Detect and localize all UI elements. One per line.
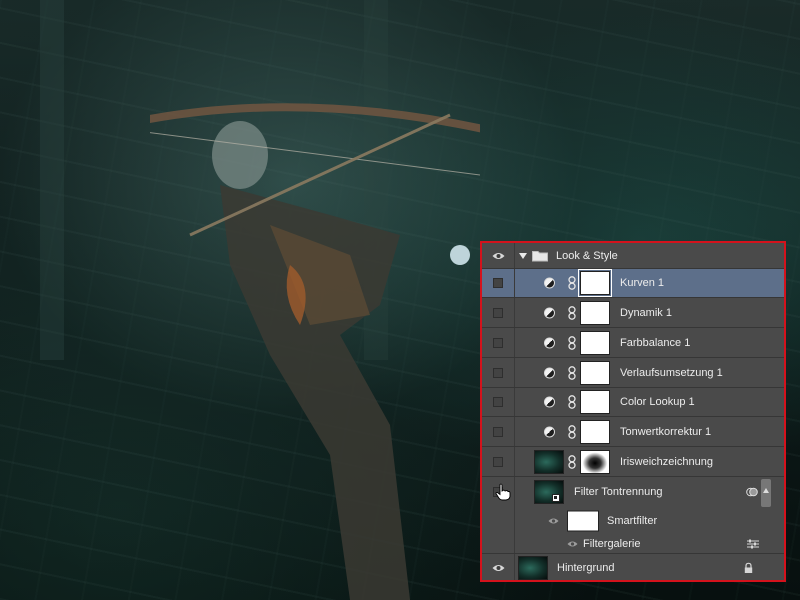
visibility-off-box[interactable]	[493, 426, 503, 437]
visibility-toggle[interactable]	[482, 477, 515, 507]
layer-name: Kurven 1	[620, 277, 665, 289]
eye-icon	[492, 565, 505, 571]
layer-mask-thumbnail[interactable]	[580, 419, 610, 444]
adjustment-layer-icon	[544, 426, 555, 437]
layer-thumbnail[interactable]	[518, 556, 548, 580]
visibility-toggle[interactable]	[482, 298, 515, 327]
lock-icon	[744, 562, 753, 573]
hand-cursor-icon	[495, 483, 511, 501]
adjustment-layer-icon	[544, 337, 555, 348]
layers-scrollbar[interactable]	[761, 479, 771, 507]
visibility-off-box[interactable]	[493, 307, 503, 318]
chain-link-icon[interactable]	[568, 305, 576, 320]
filter-name: Filtergalerie	[583, 537, 641, 550]
folder-icon	[532, 250, 548, 261]
filter-row-filtergalerie[interactable]: Filtergalerie	[482, 534, 784, 554]
layer-row-kurven[interactable]: Kurven 1	[482, 269, 784, 298]
eye-icon[interactable]	[567, 540, 578, 548]
chain-link-icon[interactable]	[568, 365, 576, 380]
layer-row-farbbalance[interactable]: Farbbalance 1	[482, 328, 784, 358]
visibility-off-box[interactable]	[493, 397, 503, 407]
filter-blending-options-icon[interactable]	[746, 487, 758, 497]
chain-link-icon[interactable]	[568, 395, 576, 409]
smartfilter-row[interactable]: Smartfilter	[482, 507, 784, 534]
adjustment-layer-icon	[544, 307, 555, 318]
layer-mask-thumbnail[interactable]	[578, 269, 612, 297]
layer-name: Color Lookup 1	[620, 396, 695, 408]
layer-name: Dynamik 1	[620, 306, 672, 319]
chain-link-icon[interactable]	[568, 424, 576, 439]
layer-thumbnail[interactable]	[534, 449, 564, 474]
layer-name: Hintergrund	[557, 562, 615, 574]
layer-row-color-lookup[interactable]: Color Lookup 1	[482, 388, 784, 417]
layer-row-hintergrund[interactable]: Hintergrund	[482, 554, 784, 580]
chain-link-icon[interactable]	[568, 335, 576, 350]
visibility-column	[482, 534, 515, 553]
chain-link-icon[interactable]	[568, 454, 576, 469]
eye-icon	[492, 252, 505, 259]
filter-options-icon[interactable]	[746, 539, 760, 549]
smart-object-icon	[552, 494, 560, 502]
layer-row-irisweichzeichnung[interactable]: Irisweichzeichnung	[482, 447, 784, 477]
visibility-toggle[interactable]	[482, 269, 515, 297]
eye-icon[interactable]	[548, 517, 559, 525]
layer-mask-thumbnail[interactable]	[580, 330, 610, 355]
layer-mask-thumbnail[interactable]	[580, 360, 610, 385]
chain-link-icon[interactable]	[568, 276, 576, 290]
layer-mask-thumbnail[interactable]	[580, 300, 610, 325]
layer-row-filter-tontrennung[interactable]: Filter Tontrennung	[482, 477, 784, 507]
visibility-toggle[interactable]	[482, 554, 515, 580]
layer-name: Verlaufsumsetzung 1	[620, 366, 723, 379]
adjustment-layer-icon	[544, 367, 555, 378]
smartfilter-mask-thumbnail[interactable]	[567, 510, 599, 531]
visibility-toggle[interactable]	[482, 447, 515, 476]
group-name: Look & Style	[556, 249, 618, 262]
layer-mask-thumbnail[interactable]	[580, 390, 610, 414]
layer-name: Irisweichzeichnung	[620, 455, 713, 468]
visibility-off-box[interactable]	[493, 337, 503, 348]
layer-name: Tonwertkorrektur 1	[620, 425, 712, 438]
layer-name: Filter Tontrennung	[574, 486, 663, 498]
layer-row-verlaufsumsetzung[interactable]: Verlaufsumsetzung 1	[482, 358, 784, 388]
visibility-toggle[interactable]	[482, 388, 515, 416]
chevron-down-icon[interactable]	[519, 252, 527, 259]
visibility-toggle[interactable]	[482, 358, 515, 387]
smartfilter-label: Smartfilter	[607, 514, 658, 527]
adjustment-layer-icon	[544, 277, 555, 289]
layer-row-tonwertkorrektur[interactable]: Tonwertkorrektur 1	[482, 417, 784, 447]
visibility-toggle[interactable]	[482, 417, 515, 446]
layer-group-look-and-style[interactable]: Look & Style	[482, 243, 784, 269]
visibility-off-box[interactable]	[493, 367, 503, 378]
visibility-off-box[interactable]	[493, 456, 503, 467]
visibility-toggle[interactable]	[482, 243, 515, 268]
archer-figure	[150, 103, 480, 600]
layer-row-dynamik[interactable]: Dynamik 1	[482, 298, 784, 328]
smart-object-thumbnail[interactable]	[534, 480, 564, 504]
layer-name: Farbbalance 1	[620, 336, 691, 349]
layer-mask-thumbnail[interactable]	[580, 449, 610, 474]
visibility-column	[482, 507, 515, 534]
visibility-toggle[interactable]	[482, 328, 515, 357]
adjustment-layer-icon	[544, 396, 555, 408]
layers-panel: Look & Style Kurven 1 Dynamik 1 Farbbala…	[480, 241, 786, 582]
visibility-off-box[interactable]	[493, 278, 503, 288]
